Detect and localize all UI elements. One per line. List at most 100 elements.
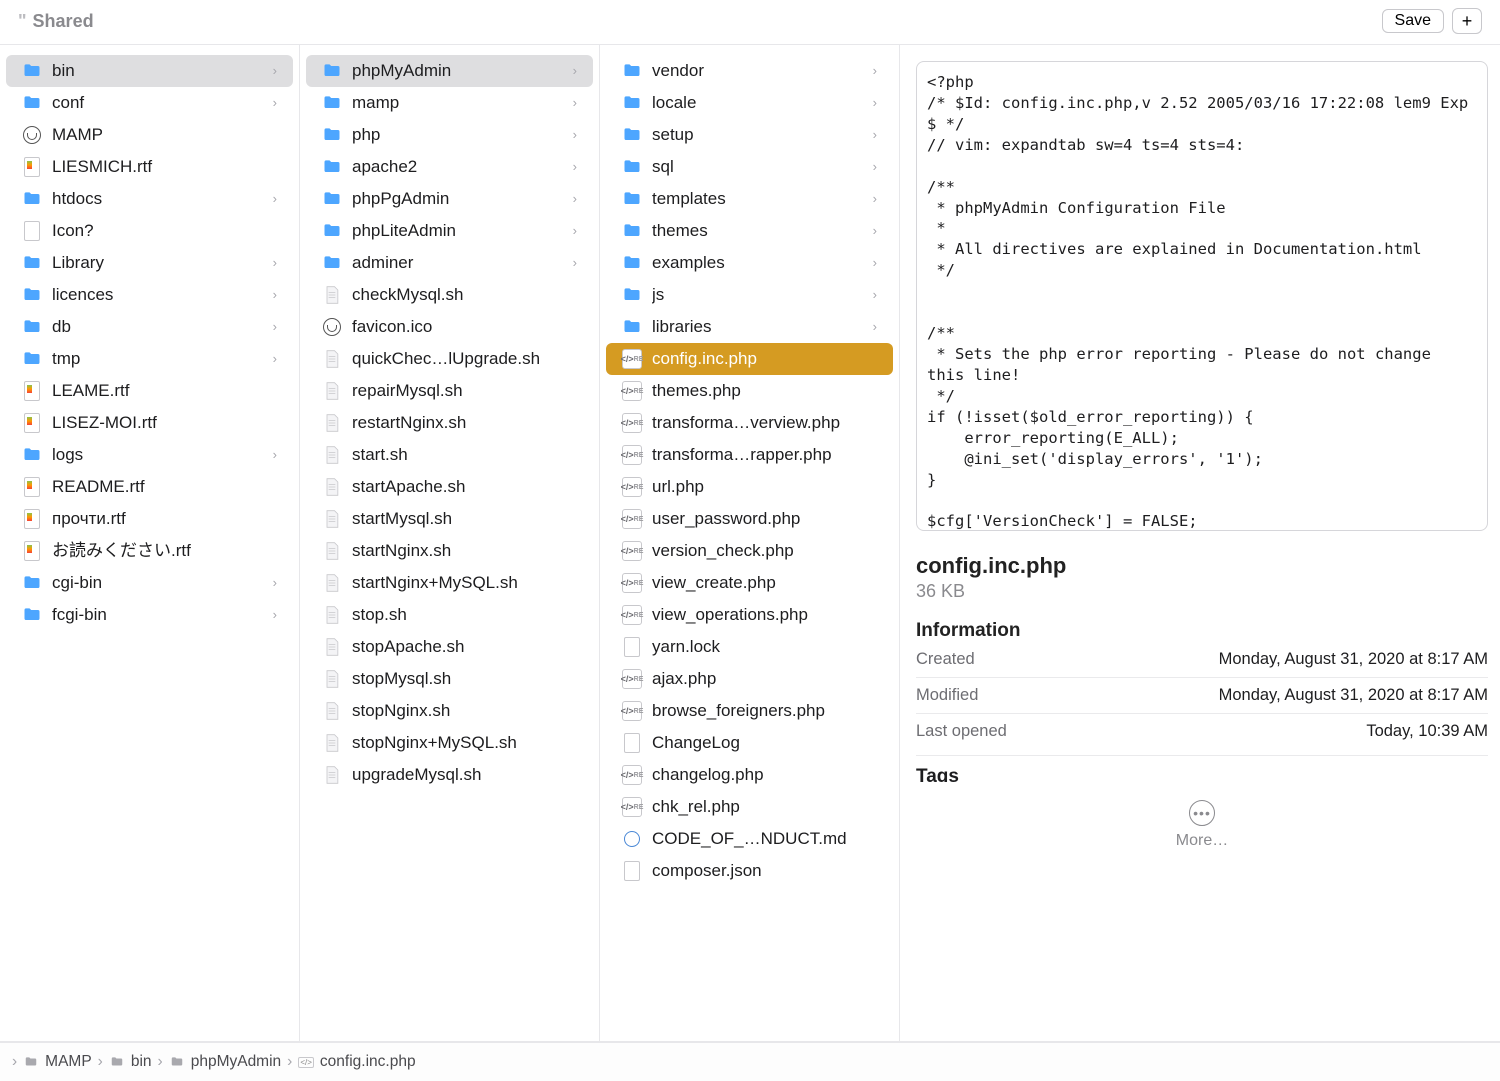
column-file-item[interactable]: LIESMICH.rtf xyxy=(6,151,293,183)
path-segment[interactable]: MAMP xyxy=(23,1053,92,1071)
column-file-item[interactable]: start.sh xyxy=(306,439,593,471)
column-file-item[interactable]: stop.sh xyxy=(306,599,593,631)
column-folder-item[interactable]: bin› xyxy=(6,55,293,87)
item-label: phpMyAdmin xyxy=(352,59,563,83)
column-folder-item[interactable]: phpMyAdmin› xyxy=(306,55,593,87)
column-file-item[interactable]: stopNginx+MySQL.sh xyxy=(306,727,593,759)
column-file-item[interactable]: Icon? xyxy=(6,215,293,247)
column-file-item[interactable]: user_password.php xyxy=(606,503,893,535)
column-folder-item[interactable]: tmp› xyxy=(6,343,293,375)
column-3[interactable]: vendor›locale›setup›sql›templates›themes… xyxy=(600,45,900,1041)
column-folder-item[interactable]: fcgi-bin› xyxy=(6,599,293,631)
column-file-item[interactable]: url.php xyxy=(606,471,893,503)
item-label: transforma…rapper.php xyxy=(652,443,877,467)
folder-icon xyxy=(322,157,342,177)
column-folder-item[interactable]: examples› xyxy=(606,247,893,279)
chevron-right-icon: › xyxy=(873,91,877,115)
column-folder-item[interactable]: Library› xyxy=(6,247,293,279)
more-icon[interactable]: ••• xyxy=(1189,800,1215,826)
column-folder-item[interactable]: logs› xyxy=(6,439,293,471)
column-file-item[interactable]: ajax.php xyxy=(606,663,893,695)
column-1[interactable]: bin›conf›MAMPLIESMICH.rtfhtdocs›Icon?Lib… xyxy=(0,45,300,1041)
column-file-item[interactable]: quickChec…lUpgrade.sh xyxy=(306,343,593,375)
column-folder-item[interactable]: vendor› xyxy=(606,55,893,87)
path-segment-label: phpMyAdmin xyxy=(191,1053,281,1071)
column-file-item[interactable]: browse_foreigners.php xyxy=(606,695,893,727)
more-button[interactable]: More… xyxy=(916,832,1488,850)
column-file-item[interactable]: checkMysql.sh xyxy=(306,279,593,311)
column-file-item[interactable]: yarn.lock xyxy=(606,631,893,663)
save-button[interactable]: Save xyxy=(1382,9,1444,33)
column-folder-item[interactable]: adminer› xyxy=(306,247,593,279)
column-folder-item[interactable]: templates› xyxy=(606,183,893,215)
path-segment[interactable]: bin xyxy=(109,1053,152,1071)
path-segment[interactable]: </>config.inc.php xyxy=(298,1053,415,1071)
column-folder-item[interactable]: licences› xyxy=(6,279,293,311)
folder-icon xyxy=(622,61,642,81)
column-folder-item[interactable]: setup› xyxy=(606,119,893,151)
item-label: logs xyxy=(52,443,263,467)
column-file-item[interactable]: прочти.rtf xyxy=(6,503,293,535)
column-folder-item[interactable]: js› xyxy=(606,279,893,311)
column-2[interactable]: phpMyAdmin›mamp›php›apache2›phpPgAdmin›p… xyxy=(300,45,600,1041)
column-folder-item[interactable]: apache2› xyxy=(306,151,593,183)
folder-icon xyxy=(622,317,642,337)
column-file-item[interactable]: transforma…verview.php xyxy=(606,407,893,439)
column-folder-item[interactable]: php› xyxy=(306,119,593,151)
item-label: libraries xyxy=(652,315,863,339)
column-file-item[interactable]: お読みください.rtf xyxy=(6,535,293,567)
column-file-item[interactable]: startNginx+MySQL.sh xyxy=(306,567,593,599)
chevron-right-icon: › xyxy=(873,187,877,211)
header-bar: " Shared Save + xyxy=(0,0,1500,45)
column-file-item[interactable]: composer.json xyxy=(606,855,893,887)
column-file-item[interactable]: LEAME.rtf xyxy=(6,375,293,407)
column-file-item[interactable]: themes.php xyxy=(606,375,893,407)
column-folder-item[interactable]: htdocs› xyxy=(6,183,293,215)
column-file-item[interactable]: stopNginx.sh xyxy=(306,695,593,727)
column-folder-item[interactable]: mamp› xyxy=(306,87,593,119)
column-file-item[interactable]: CODE_OF_…NDUCT.md xyxy=(606,823,893,855)
column-file-item[interactable]: stopApache.sh xyxy=(306,631,593,663)
column-file-item[interactable]: view_create.php xyxy=(606,567,893,599)
item-label: ChangeLog xyxy=(652,731,877,755)
item-label: startNginx+MySQL.sh xyxy=(352,571,577,595)
item-label: прочти.rtf xyxy=(52,507,277,531)
column-file-item[interactable]: transforma…rapper.php xyxy=(606,439,893,471)
column-file-item[interactable]: chk_rel.php xyxy=(606,791,893,823)
column-folder-item[interactable]: libraries› xyxy=(606,311,893,343)
column-file-item[interactable]: stopMysql.sh xyxy=(306,663,593,695)
column-folder-item[interactable]: phpPgAdmin› xyxy=(306,183,593,215)
add-button[interactable]: + xyxy=(1452,8,1482,34)
column-file-item[interactable]: restartNginx.sh xyxy=(306,407,593,439)
column-file-item[interactable]: startMysql.sh xyxy=(306,503,593,535)
column-file-item[interactable]: upgradeMysql.sh xyxy=(306,759,593,791)
path-segment[interactable]: phpMyAdmin xyxy=(169,1053,281,1071)
column-folder-item[interactable]: conf› xyxy=(6,87,293,119)
item-label: stop.sh xyxy=(352,603,577,627)
column-file-item[interactable]: MAMP xyxy=(6,119,293,151)
column-file-item[interactable]: startNginx.sh xyxy=(306,535,593,567)
column-file-item[interactable]: repairMysql.sh xyxy=(306,375,593,407)
column-file-item[interactable]: README.rtf xyxy=(6,471,293,503)
document-icon xyxy=(322,381,342,401)
column-folder-item[interactable]: sql› xyxy=(606,151,893,183)
column-file-item[interactable]: LISEZ-MOI.rtf xyxy=(6,407,293,439)
column-folder-item[interactable]: phpLiteAdmin› xyxy=(306,215,593,247)
column-file-item[interactable]: startApache.sh xyxy=(306,471,593,503)
column-file-item[interactable]: view_operations.php xyxy=(606,599,893,631)
column-file-item[interactable]: ChangeLog xyxy=(606,727,893,759)
mamp-app-icon xyxy=(22,125,42,145)
item-label: htdocs xyxy=(52,187,263,211)
column-folder-item[interactable]: cgi-bin› xyxy=(6,567,293,599)
column-folder-item[interactable]: db› xyxy=(6,311,293,343)
item-label: Library xyxy=(52,251,263,275)
item-label: cgi-bin xyxy=(52,571,263,595)
column-file-item[interactable]: favicon.ico xyxy=(306,311,593,343)
column-file-item[interactable]: version_check.php xyxy=(606,535,893,567)
column-folder-item[interactable]: themes› xyxy=(606,215,893,247)
column-folder-item[interactable]: locale› xyxy=(606,87,893,119)
column-file-item[interactable]: config.inc.php xyxy=(606,343,893,375)
column-file-item[interactable]: changelog.php xyxy=(606,759,893,791)
item-label: user_password.php xyxy=(652,507,877,531)
item-label: vendor xyxy=(652,59,863,83)
